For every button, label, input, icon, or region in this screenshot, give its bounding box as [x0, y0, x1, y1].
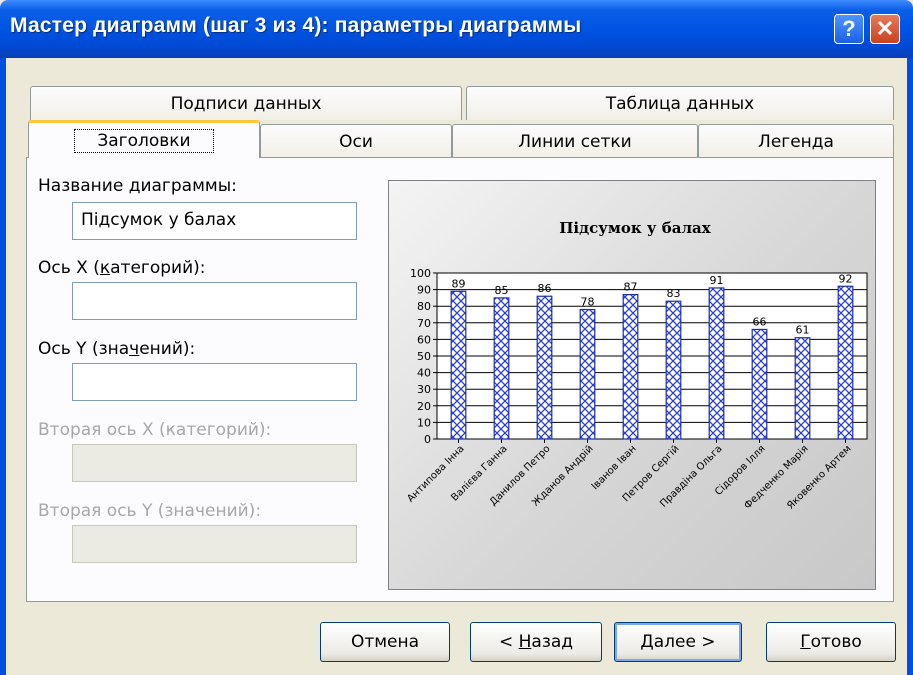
bar	[493, 297, 510, 440]
chart-title-input[interactable]: Підсумок у балах	[72, 202, 357, 240]
bar	[665, 300, 682, 440]
tab-data-labels[interactable]: Подписи данных	[30, 86, 462, 120]
y-tick-label: 0	[424, 433, 431, 446]
y-axis-input[interactable]	[72, 363, 357, 401]
bar	[450, 290, 467, 440]
tab-gridlines[interactable]: Линии сетки	[452, 124, 698, 158]
chart-svg: Підсумок у балах 0102030405060708090100 …	[405, 219, 868, 512]
data-label: 92	[839, 272, 853, 285]
y-tick-label: 100	[410, 267, 431, 280]
tab-label: Оси	[339, 131, 373, 152]
y-tick-label: 40	[417, 367, 431, 380]
y-tick-label: 20	[417, 400, 431, 413]
y-tick-label: 30	[417, 383, 431, 396]
chart-title-label: Название диаграммы:	[38, 176, 237, 196]
y-axis-label: Ось Y (значений):	[38, 339, 196, 359]
bar	[622, 293, 639, 440]
y-tick-label: 50	[417, 350, 431, 363]
back-label: < Назад	[498, 632, 574, 652]
window-title: Мастер диаграмм (шаг 3 из 4): параметры …	[10, 14, 582, 37]
help-button[interactable]: ?	[834, 14, 864, 44]
x2-axis-input	[72, 444, 357, 482]
data-label: 78	[581, 296, 595, 309]
tab-label: Линии сетки	[518, 131, 632, 152]
data-label: 86	[538, 282, 552, 295]
back-button[interactable]: < Назад	[470, 622, 602, 662]
bar	[751, 328, 768, 440]
window-frame-right	[907, 58, 913, 675]
y-tick-label: 80	[417, 300, 431, 313]
chart-preview: Підсумок у балах 0 10 20 30 40 50 60 70 80 90 100 …	[388, 180, 876, 590]
chart-title-value: Підсумок у балах	[81, 210, 237, 230]
data-label: 91	[710, 274, 724, 287]
tab-label: Таблица данных	[605, 93, 755, 114]
tab-label: Подписи данных	[170, 93, 322, 114]
tab-data-table[interactable]: Таблица данных	[466, 86, 894, 120]
bar	[794, 337, 811, 440]
finish-button[interactable]: Готово	[766, 622, 896, 662]
next-button[interactable]: Далее >	[614, 622, 742, 662]
close-button[interactable]: ✕	[870, 14, 900, 44]
data-label: 61	[796, 324, 810, 337]
close-icon: ✕	[875, 16, 895, 41]
chart-title: Підсумок у балах	[559, 219, 712, 237]
tab-legend[interactable]: Легенда	[698, 124, 894, 158]
cancel-label: Отмена	[350, 632, 420, 652]
title-bar[interactable]: Мастер диаграмм (шаг 3 из 4): параметры …	[0, 0, 913, 58]
bar	[536, 295, 553, 440]
tab-axes[interactable]: Оси	[260, 124, 452, 158]
y-tick-label: 70	[417, 317, 431, 330]
tab-titles[interactable]: Заголовки	[28, 120, 260, 158]
x-axis-label: Ось X (категорий):	[38, 258, 206, 278]
bar	[837, 285, 854, 440]
y2-axis-label: Вторая ось Y (значений):	[38, 501, 262, 521]
y2-axis-input	[72, 525, 357, 563]
window-frame-left	[0, 58, 6, 675]
bar	[708, 287, 725, 440]
x-axis-input[interactable]	[72, 282, 357, 320]
data-label: 89	[452, 277, 466, 290]
data-label: 83	[667, 287, 681, 300]
x2-axis-label: Вторая ось X (категорий):	[38, 420, 272, 440]
next-label: Далее >	[640, 632, 716, 652]
finish-label: Готово	[800, 632, 862, 652]
tab-label: Легенда	[758, 131, 834, 152]
data-label: 87	[624, 281, 638, 294]
y-tick-label: 90	[417, 284, 431, 297]
y-tick-label: 10	[417, 416, 431, 429]
help-icon: ?	[842, 16, 856, 41]
y-tick-label: 60	[417, 333, 431, 346]
cancel-button[interactable]: Отмена	[320, 622, 450, 662]
data-label: 66	[753, 315, 767, 328]
bar	[579, 308, 596, 440]
tab-label: Заголовки	[74, 128, 214, 153]
data-label: 85	[495, 284, 509, 297]
